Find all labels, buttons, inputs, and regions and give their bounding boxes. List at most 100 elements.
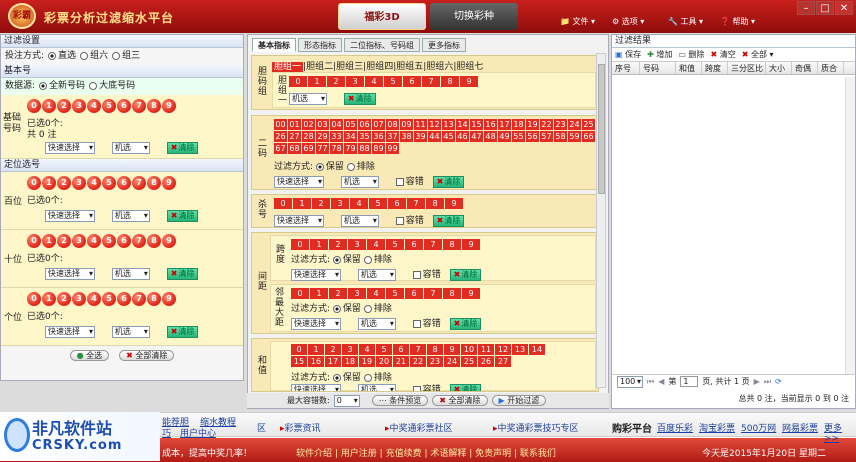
nav-link[interactable]: 术语解释: [430, 449, 466, 459]
two-code-square[interactable]: 12: [428, 119, 441, 130]
two-code-square[interactable]: 03: [316, 119, 329, 130]
menu-options[interactable]: ⚙ 选项 ▾: [612, 16, 644, 27]
clear-button[interactable]: ✖清除: [166, 268, 199, 280]
two-code-square[interactable]: 11: [414, 119, 427, 130]
dan-tab-6[interactable]: 胆组六: [426, 62, 453, 72]
random-dropdown[interactable]: 机选: [111, 210, 150, 222]
digit-square[interactable]: 2: [327, 76, 345, 87]
digit-ball[interactable]: 5: [102, 292, 116, 306]
digit-square[interactable]: 2: [329, 288, 347, 299]
keep-radio[interactable]: 保留: [332, 255, 361, 265]
digit-ball[interactable]: 9: [162, 234, 176, 248]
digit-ball[interactable]: 6: [117, 292, 131, 306]
two-code-square[interactable]: 25: [582, 119, 595, 130]
digit-square[interactable]: 6: [405, 239, 423, 250]
two-code-square[interactable]: 89: [372, 143, 385, 154]
digit-square[interactable]: 9: [460, 76, 478, 87]
sum-value-square[interactable]: 0: [291, 344, 307, 355]
digit-ball[interactable]: 5: [102, 234, 116, 248]
digit-square[interactable]: 1: [310, 239, 328, 250]
digit-ball[interactable]: 8: [147, 292, 161, 306]
two-code-square[interactable]: 48: [484, 131, 497, 142]
digit-ball[interactable]: 7: [132, 234, 146, 248]
sum-value-square[interactable]: 5: [376, 344, 392, 355]
two-code-square[interactable]: 07: [372, 119, 385, 130]
digit-ball[interactable]: 2: [57, 176, 71, 190]
digit-ball[interactable]: 5: [102, 99, 116, 113]
col-span[interactable]: 跨度: [702, 62, 728, 74]
two-code-square[interactable]: 02: [302, 119, 315, 130]
footer-link[interactable]: 巧: [162, 426, 171, 439]
digit-square[interactable]: 6: [403, 76, 421, 87]
two-code-square[interactable]: 57: [540, 131, 553, 142]
clear-all-conditions-button[interactable]: ✖ 全部清除: [432, 395, 488, 406]
digit-ball[interactable]: 1: [42, 234, 56, 248]
two-code-square[interactable]: 35: [358, 131, 371, 142]
middle-scrollbar[interactable]: [596, 53, 606, 388]
sum-value-square[interactable]: 14: [529, 344, 545, 355]
digit-ball[interactable]: 7: [132, 292, 146, 306]
dan-tab-3[interactable]: 胆组三: [336, 62, 363, 72]
digit-ball[interactable]: 3: [72, 234, 86, 248]
quick-select-dropdown[interactable]: 快速选择: [274, 175, 324, 188]
first-page-icon[interactable]: ⏮: [647, 377, 654, 387]
random-dropdown[interactable]: 机选: [357, 383, 396, 391]
two-code-square[interactable]: 39: [414, 131, 427, 142]
dan-tab-5[interactable]: 胆组五: [396, 62, 423, 72]
sum-value-square[interactable]: 21: [393, 356, 409, 367]
two-code-square[interactable]: 45: [442, 131, 455, 142]
sum-value-square[interactable]: 20: [376, 356, 392, 367]
exclude-radio[interactable]: 排除: [363, 304, 392, 314]
two-code-square[interactable]: 08: [386, 119, 399, 130]
results-scrollbar[interactable]: [845, 77, 855, 374]
sum-value-square[interactable]: 12: [495, 344, 511, 355]
menu-tools[interactable]: 🔧 工具 ▾: [668, 16, 703, 27]
source-new[interactable]: 全新号码: [39, 78, 85, 95]
random-dropdown[interactable]: 机选: [357, 317, 396, 330]
digit-ball[interactable]: 1: [42, 99, 56, 113]
digit-ball[interactable]: 9: [162, 292, 176, 306]
digit-square[interactable]: 4: [365, 76, 383, 87]
tolerate-checkbox[interactable]: 容错: [395, 216, 424, 226]
digit-ball[interactable]: 7: [132, 176, 146, 190]
sum-value-square[interactable]: 11: [478, 344, 494, 355]
two-code-square[interactable]: 05: [344, 119, 357, 130]
two-code-square[interactable]: 56: [526, 131, 539, 142]
digit-ball[interactable]: 1: [42, 176, 56, 190]
digit-ball[interactable]: 6: [117, 176, 131, 190]
digit-ball[interactable]: 6: [117, 99, 131, 113]
two-code-square[interactable]: 15: [470, 119, 483, 130]
digit-square[interactable]: 6: [388, 198, 406, 209]
digit-ball[interactable]: 2: [57, 292, 71, 306]
quick-select-dropdown[interactable]: 快速选择: [274, 214, 324, 227]
page-input[interactable]: 1: [680, 376, 699, 387]
digit-square[interactable]: 9: [462, 239, 480, 250]
sum-value-square[interactable]: 6: [393, 344, 409, 355]
digit-square[interactable]: 2: [329, 239, 347, 250]
digit-ball[interactable]: 3: [72, 176, 86, 190]
digit-square[interactable]: 1: [310, 288, 328, 299]
tolerate-checkbox[interactable]: 容错: [412, 385, 441, 391]
digit-ball[interactable]: 5: [102, 176, 116, 190]
select-all-button[interactable]: ● 全选: [69, 349, 110, 361]
max-tolerance-select[interactable]: 0: [333, 394, 360, 407]
two-code-square[interactable]: 46: [456, 131, 469, 142]
clear-button[interactable]: ✖清除: [449, 383, 482, 391]
page-size-select[interactable]: 100: [617, 375, 643, 388]
sum-value-square[interactable]: 3: [342, 344, 358, 355]
digit-square[interactable]: 9: [445, 198, 463, 209]
clear-button[interactable]: ✖ 清空: [710, 49, 735, 60]
digit-ball[interactable]: 8: [147, 99, 161, 113]
quick-select-dropdown[interactable]: 快速选择: [45, 268, 95, 280]
digit-ball[interactable]: 4: [87, 292, 101, 306]
two-code-square[interactable]: 26: [274, 131, 287, 142]
digit-square[interactable]: 0: [291, 239, 309, 250]
digit-square[interactable]: 7: [424, 288, 442, 299]
nav-link[interactable]: 用户注册: [341, 449, 377, 459]
add-button[interactable]: ✚ 增加: [647, 49, 672, 60]
two-code-square[interactable]: 23: [554, 119, 567, 130]
sum-value-square[interactable]: 24: [444, 356, 460, 367]
dan-tab-1[interactable]: 胆组一: [272, 62, 304, 72]
digit-ball[interactable]: 3: [72, 99, 86, 113]
two-code-square[interactable]: 04: [330, 119, 343, 130]
